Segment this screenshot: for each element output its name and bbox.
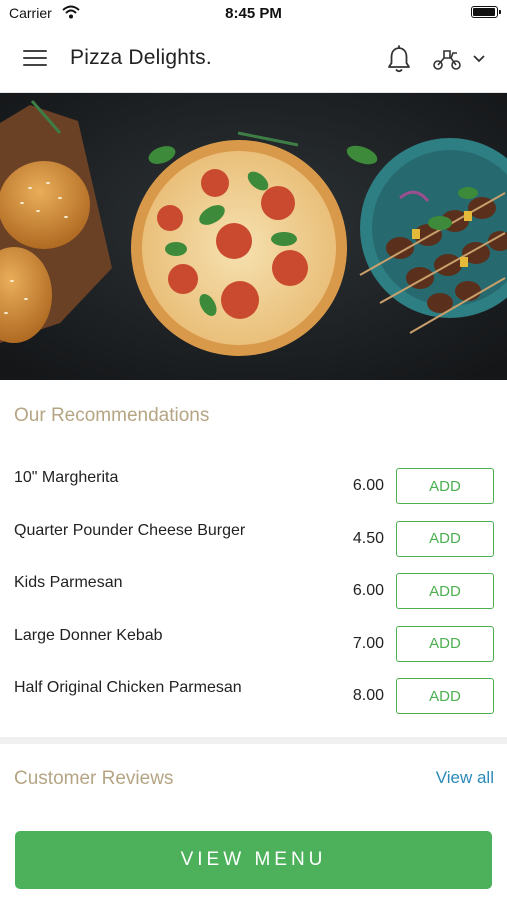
menu-icon[interactable]: [23, 50, 47, 68]
item-name: Quarter Pounder Cheese Burger: [14, 521, 246, 539]
status-bar: Carrier 8:45 PM: [0, 0, 507, 26]
app-header: Pizza Delights.: [0, 26, 507, 93]
list-item: Kids Parmesan 6.00 ADD: [0, 560, 507, 613]
battery-icon: [471, 6, 501, 18]
add-button[interactable]: ADD: [396, 625, 494, 662]
item-price: 4.50: [352, 529, 384, 547]
view-all-link[interactable]: View all: [436, 768, 494, 788]
app-title: Pizza Delights.: [70, 46, 212, 69]
recommendations-title: Our Recommendations: [14, 405, 210, 426]
item-name: Kids Parmesan: [14, 574, 123, 591]
item-name: 10" Margherita: [14, 469, 119, 486]
item-name: Large Donner Kebab: [14, 626, 163, 644]
item-price: 7.00: [352, 634, 384, 652]
item-name: Half Original Chicken Parmesan: [14, 679, 242, 696]
list-item: 10" Margherita 6.00 ADD: [0, 455, 507, 508]
bell-icon[interactable]: [386, 44, 412, 74]
recommendations-list: 10" Margherita 6.00 ADD Quarter Pounder …: [0, 455, 507, 718]
view-menu-button[interactable]: VIEW MENU: [15, 831, 492, 889]
item-price: 8.00: [352, 687, 384, 704]
add-button[interactable]: ADD: [396, 573, 494, 609]
add-button[interactable]: ADD: [396, 468, 494, 504]
list-item: Half Original Chicken Parmesan 8.00 ADD: [0, 665, 507, 718]
item-price: 6.00: [352, 477, 384, 494]
add-button[interactable]: ADD: [396, 678, 494, 714]
list-item: Quarter Pounder Cheese Burger 4.50 ADD: [0, 508, 507, 561]
list-item: Large Donner Kebab 7.00 ADD: [0, 613, 507, 666]
chevron-down-icon[interactable]: [472, 54, 486, 64]
clock: 8:45 PM: [225, 5, 282, 22]
reviews-title: Customer Reviews: [14, 768, 174, 789]
add-button[interactable]: ADD: [396, 520, 494, 557]
delivery-icon[interactable]: [432, 46, 462, 72]
hero-food-image: [0, 93, 507, 380]
item-price: 6.00: [352, 582, 384, 599]
section-divider: [0, 737, 507, 744]
